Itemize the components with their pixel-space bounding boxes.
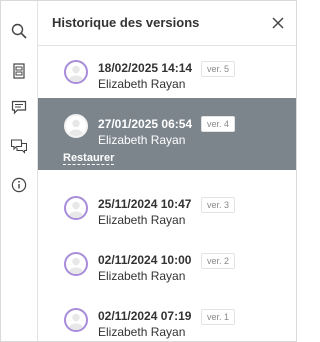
version-author: Elizabeth Rayan	[98, 213, 186, 227]
version-badge: ver. 4	[201, 116, 236, 132]
version-author: Elizabeth Rayan	[98, 77, 186, 91]
user-icon	[69, 257, 83, 274]
version-badge: ver. 3	[201, 197, 236, 213]
version-item[interactable]: 02/11/2024 07:19 ver. 1 Elizabeth Rayan	[38, 294, 296, 339]
search-icon	[11, 23, 27, 39]
version-item[interactable]: 18/02/2025 14:14 ver. 5 Elizabeth Rayan	[38, 46, 296, 91]
panel-header: Historique des versions	[38, 1, 296, 46]
comments-button[interactable]	[1, 132, 37, 160]
version-author: Elizabeth Rayan	[98, 133, 186, 147]
version-item[interactable]: 25/11/2024 10:47 ver. 3 Elizabeth Rayan	[38, 182, 296, 227]
left-toolbar	[1, 1, 38, 341]
close-icon	[272, 17, 284, 29]
close-button[interactable]	[270, 15, 286, 31]
version-badge: ver. 1	[201, 309, 236, 325]
version-list: 18/02/2025 14:14 ver. 5 Elizabeth Rayan …	[38, 46, 296, 341]
version-date: 02/11/2024 10:00	[98, 253, 192, 267]
user-icon	[69, 201, 83, 218]
comment-icon	[11, 100, 27, 115]
version-item-selected[interactable]: 27/01/2025 06:54 ver. 4 Elizabeth Rayan …	[38, 98, 296, 170]
info-button[interactable]	[1, 171, 37, 199]
version-date: 27/01/2025 06:54	[98, 117, 193, 131]
page-button[interactable]	[1, 57, 37, 85]
comment-button[interactable]	[1, 93, 37, 121]
avatar	[64, 252, 88, 276]
avatar	[64, 308, 88, 332]
info-icon	[11, 177, 27, 193]
avatar	[64, 60, 88, 84]
version-history-window: Historique des versions 18/02/2025 14:14…	[0, 0, 297, 342]
user-icon	[69, 119, 83, 136]
search-button[interactable]	[1, 17, 37, 45]
version-date: 02/11/2024 07:19	[98, 309, 192, 323]
restore-link[interactable]: Restaurer	[63, 152, 115, 165]
user-icon	[69, 65, 83, 82]
page-icon	[13, 63, 25, 79]
version-badge: ver. 2	[201, 253, 236, 269]
version-author: Elizabeth Rayan	[98, 269, 186, 283]
version-history-panel: Historique des versions 18/02/2025 14:14…	[38, 1, 296, 341]
version-item[interactable]: 02/11/2024 10:00 ver. 2 Elizabeth Rayan	[38, 238, 296, 283]
user-icon	[69, 313, 83, 330]
avatar	[64, 196, 88, 220]
comments-icon	[11, 139, 27, 154]
version-date: 18/02/2025 14:14	[98, 61, 193, 75]
version-date: 25/11/2024 10:47	[98, 197, 192, 211]
panel-title: Historique des versions	[52, 15, 200, 30]
version-author: Elizabeth Rayan	[98, 325, 186, 339]
version-badge: ver. 5	[201, 61, 236, 77]
avatar	[64, 114, 88, 138]
